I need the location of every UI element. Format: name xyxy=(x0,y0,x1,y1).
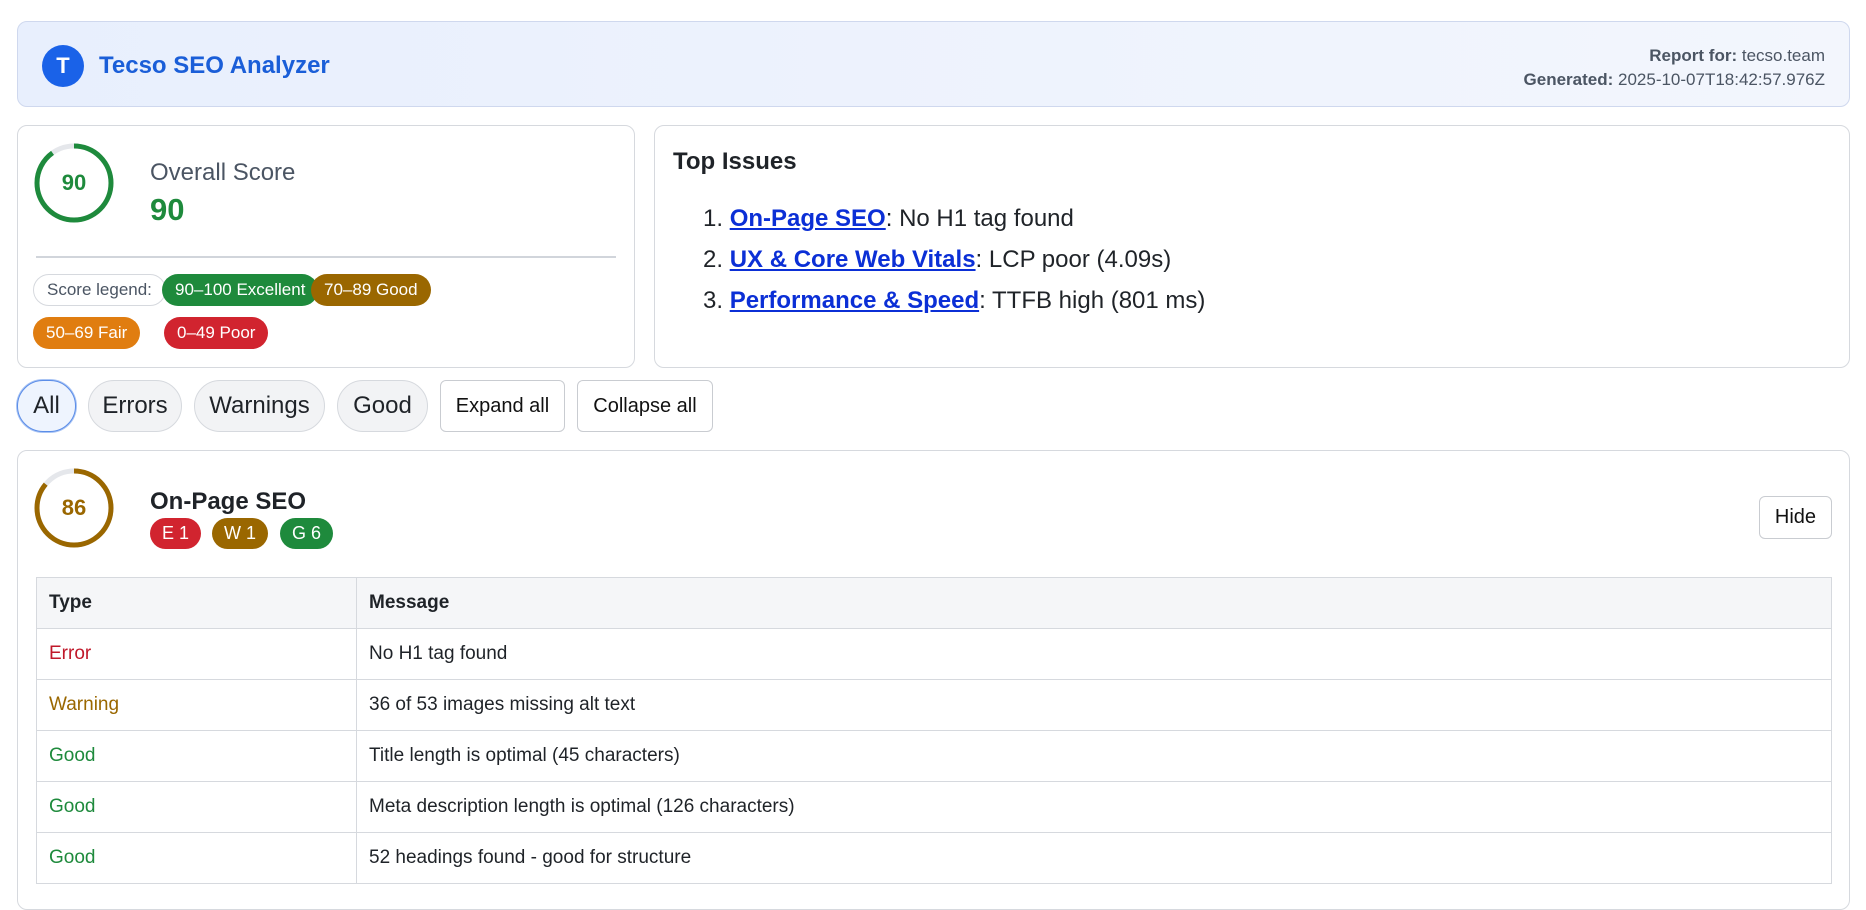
table-row: Good Title length is optimal (45 charact… xyxy=(36,730,1832,782)
column-header-type: Type xyxy=(36,577,357,629)
overall-score-ring-value: 90 xyxy=(61,170,87,195)
top-issue-link-ux-core-web-vitals[interactable]: UX & Core Web Vitals xyxy=(730,246,976,273)
top-issue-number: 2. xyxy=(703,246,724,273)
top-issues-card: Top Issues 1. On-Page SEO: No H1 tag fou… xyxy=(654,125,1850,368)
legend-good: 70–89 Good xyxy=(311,274,431,306)
top-issue-text: : No H1 tag found xyxy=(885,205,1074,232)
row-type: Warning xyxy=(36,679,357,731)
good-count-badge: G 6 xyxy=(280,518,334,549)
row-message: 52 headings found - good for structure xyxy=(356,832,1832,884)
top-issue-item: 2. UX & Core Web Vitals: LCP poor (4.09s… xyxy=(703,239,1205,280)
filter-good-button[interactable]: Good xyxy=(337,380,428,432)
top-issue-item: 1. On-Page SEO: No H1 tag found xyxy=(703,198,1205,239)
top-issue-text: : TTFB high (801 ms) xyxy=(979,287,1206,314)
top-issue-text: : LCP poor (4.09s) xyxy=(975,246,1172,273)
score-legend-label: Score legend: xyxy=(33,274,166,306)
section-onpage-seo: 86 On-Page SEO E 1 W 1 G 6 Hide Type Mes… xyxy=(17,450,1850,910)
row-message: No H1 tag found xyxy=(356,628,1832,680)
filter-all-button[interactable]: All xyxy=(17,380,76,432)
row-type: Good xyxy=(36,832,357,884)
report-for-value: tecso.team xyxy=(1741,46,1825,65)
top-issues-title: Top Issues xyxy=(673,148,797,175)
legend-fair: 50–69 Fair xyxy=(33,317,141,349)
expand-all-button[interactable]: Expand all xyxy=(440,380,565,432)
row-type: Good xyxy=(36,730,357,782)
app-logo: T xyxy=(42,45,84,87)
report-header: T Tecso SEO Analyzer Report for: tecso.t… xyxy=(17,21,1850,107)
table-row: Warning 36 of 53 images missing alt text xyxy=(36,679,1832,731)
section-score-value: 86 xyxy=(61,495,87,520)
row-type: Error xyxy=(36,628,357,680)
legend-excellent: 90–100 Excellent xyxy=(162,274,319,306)
hide-section-button[interactable]: Hide xyxy=(1759,496,1832,539)
collapse-all-button[interactable]: Collapse all xyxy=(577,380,713,432)
error-count-badge: E 1 xyxy=(150,518,202,549)
report-for-label: Report for: xyxy=(1649,46,1738,65)
filter-warnings-button[interactable]: Warnings xyxy=(194,380,325,432)
overall-score-label: Overall Score xyxy=(150,159,296,186)
generated-label: Generated: xyxy=(1523,70,1614,89)
top-issue-link-performance-speed[interactable]: Performance & Speed xyxy=(730,287,979,314)
top-issue-link-onpage-seo[interactable]: On-Page SEO xyxy=(730,205,886,232)
top-issues-list: 1. On-Page SEO: No H1 tag found 2. UX & … xyxy=(703,198,1205,321)
top-issue-number: 3. xyxy=(703,287,724,314)
filter-errors-button[interactable]: Errors xyxy=(88,380,182,432)
overall-score-ring: 90 xyxy=(33,142,115,224)
section-score-ring: 86 xyxy=(33,467,115,549)
legend-poor: 0–49 Poor xyxy=(164,317,269,349)
section-title: On-Page SEO xyxy=(150,488,307,515)
row-message: 36 of 53 images missing alt text xyxy=(356,679,1832,731)
generated-value: 2025-10-07T18:42:57.976Z xyxy=(1618,70,1825,89)
top-issue-item: 3. Performance & Speed: TTFB high (801 m… xyxy=(703,280,1205,321)
table-row: Good 52 headings found - good for struct… xyxy=(36,832,1832,884)
overall-score-card: 90 Overall Score 90 Score legend: 90–100… xyxy=(17,125,635,368)
report-meta: Report for: tecso.team Generated: 2025-1… xyxy=(1524,44,1825,92)
app-title: Tecso SEO Analyzer xyxy=(99,52,330,79)
row-type: Good xyxy=(36,781,357,833)
score-divider xyxy=(36,256,616,258)
warning-count-badge: W 1 xyxy=(212,518,269,549)
row-message: Meta description length is optimal (126 … xyxy=(356,781,1832,833)
column-header-message: Message xyxy=(356,577,1832,629)
table-header-row: Type Message xyxy=(36,577,1832,629)
top-issue-number: 1. xyxy=(703,205,724,232)
table-row: Error No H1 tag found xyxy=(36,628,1832,680)
table-row: Good Meta description length is optimal … xyxy=(36,781,1832,833)
results-table: Type Message Error No H1 tag found Warni… xyxy=(36,577,1832,884)
overall-score-value: 90 xyxy=(150,192,185,227)
row-message: Title length is optimal (45 characters) xyxy=(356,730,1832,782)
